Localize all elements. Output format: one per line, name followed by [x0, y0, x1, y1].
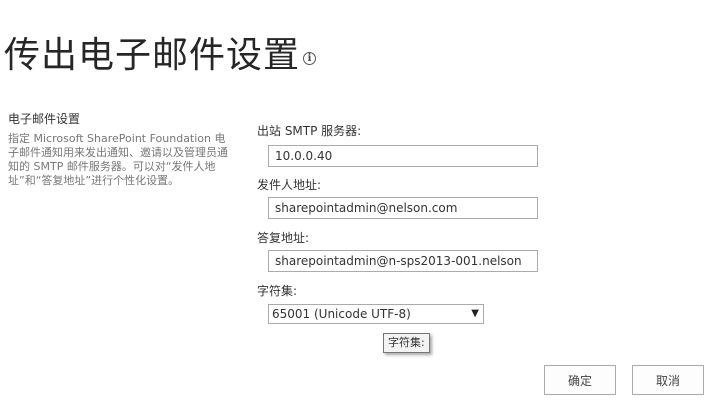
dropdown-arrow-icon: ▼ [471, 308, 479, 319]
charset-tooltip: 字符集: [383, 333, 430, 353]
page-title: 传出电子邮件设置 [4, 35, 301, 76]
smtp-server-label: 出站 SMTP 服务器: [257, 124, 362, 138]
reply-address-input[interactable] [268, 250, 538, 272]
section-description: 指定 Microsoft SharePoint Foundation 电子邮件通… [8, 132, 228, 187]
from-address-label: 发件人地址: [257, 178, 322, 192]
cancel-button[interactable]: 取消 [632, 365, 704, 395]
reply-address-label: 答复地址: [257, 231, 310, 245]
charset-selected-value: 65001 (Unicode UTF-8) [272, 307, 411, 321]
charset-select[interactable]: 65001 (Unicode UTF-8) ▼ [268, 304, 484, 324]
section-heading: 电子邮件设置 [8, 112, 81, 126]
charset-label: 字符集: [257, 284, 298, 298]
smtp-server-input[interactable] [268, 145, 538, 167]
ok-button[interactable]: 确定 [544, 365, 616, 395]
info-icon[interactable]: i [303, 52, 316, 65]
from-address-input[interactable] [268, 197, 538, 219]
